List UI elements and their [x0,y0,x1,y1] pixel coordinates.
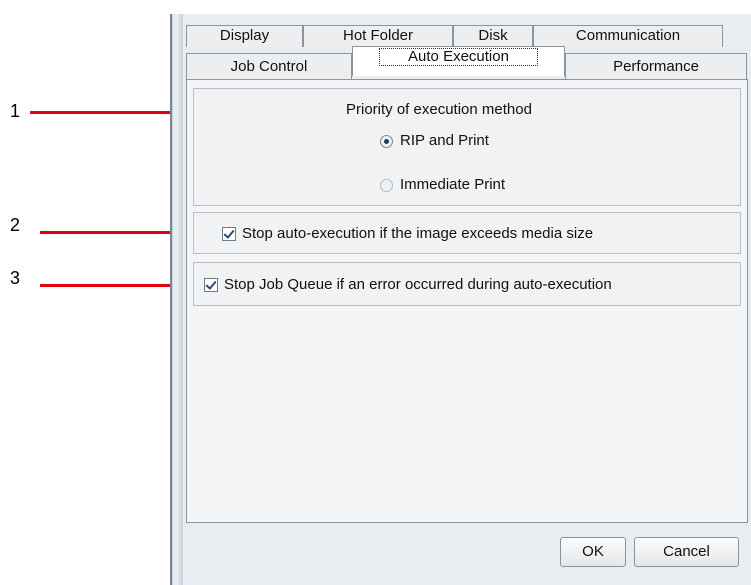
priority-title: Priority of execution method [346,101,532,118]
tab-disk[interactable]: Disk [453,25,533,47]
job-queue-section: Stop Job Queue if an error occurred duri… [193,262,741,306]
annotation-number-3: 3 [10,268,21,288]
tab-auto-execution-label: Auto Execution [379,48,538,66]
priority-section: Priority of execution method RIP and Pri… [193,88,741,206]
rip-and-print-label[interactable]: RIP and Print [400,132,489,149]
stop-job-queue-label[interactable]: Stop Job Queue if an error occurred duri… [224,276,612,293]
stop-job-queue-checkbox[interactable] [204,278,218,292]
tab-performance[interactable]: Performance [565,53,747,80]
tab-display-label: Display [219,27,270,44]
tab-display[interactable]: Display [186,25,303,47]
tab-hot-folder-label: Hot Folder [342,27,414,44]
stop-auto-execution-checkbox[interactable] [222,227,236,241]
immediate-print-label[interactable]: Immediate Print [400,176,505,193]
tab-job-control-label: Job Control [230,58,308,75]
tab-disk-label: Disk [478,27,508,44]
rip-and-print-radio[interactable] [380,135,393,148]
media-size-section: Stop auto-execution if the image exceeds… [193,212,741,254]
stop-auto-execution-label[interactable]: Stop auto-execution if the image exceeds… [242,225,593,242]
ok-button[interactable]: OK [560,537,626,567]
immediate-print-radio[interactable] [380,179,393,192]
tab-communication-label: Communication [575,27,681,44]
annotation-number-2: 2 [10,215,21,235]
dialog-left-strip [178,14,183,585]
tab-performance-label: Performance [613,58,699,75]
tab-auto-execution[interactable]: Auto Execution [352,46,565,76]
tab-job-control[interactable]: Job Control [186,53,352,80]
tab-communication[interactable]: Communication [533,25,723,47]
annotation-number-1: 1 [10,101,21,121]
cancel-button[interactable]: Cancel [634,537,739,567]
tab-hot-folder[interactable]: Hot Folder [303,25,453,47]
auto-execution-panel: Priority of execution method RIP and Pri… [186,79,748,523]
